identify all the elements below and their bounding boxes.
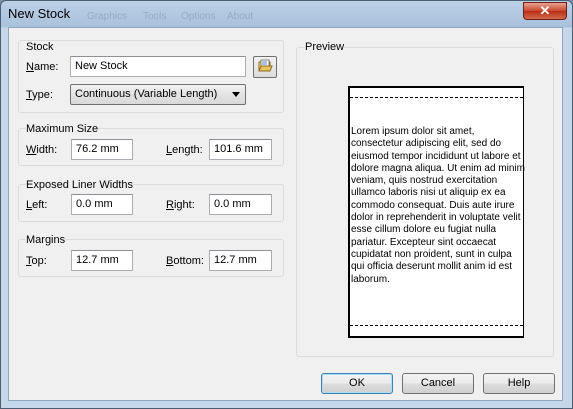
cancel-button[interactable]: Cancel	[402, 373, 474, 394]
right-label: Right:	[166, 199, 195, 211]
chevron-down-icon	[232, 92, 240, 97]
window-title: New Stock	[8, 6, 71, 21]
preview-group-label: Preview	[305, 41, 345, 53]
top-margin-guide	[350, 97, 523, 98]
folder-open-icon	[258, 59, 273, 72]
length-label: Length:	[166, 144, 203, 156]
name-field[interactable]: New Stock	[70, 56, 246, 77]
type-label: Type:	[26, 89, 53, 101]
title-bar[interactable]: New Stock Graphics Tools Options About ✕	[1, 1, 572, 27]
margins-group-label: Margins	[26, 234, 66, 246]
preview-text: Lorem ipsum dolor sit amet, consectetur …	[351, 126, 525, 285]
left-field[interactable]: 0.0 mm	[71, 194, 133, 215]
right-field[interactable]: 0.0 mm	[209, 194, 272, 215]
help-button[interactable]: Help	[483, 373, 555, 394]
bottom-label: Bottom:	[166, 255, 204, 267]
stock-group-label: Stock	[26, 41, 54, 53]
ok-button[interactable]: OK	[321, 373, 393, 394]
bottom-margin-guide	[350, 325, 523, 326]
length-field[interactable]: 101.6 mm	[209, 139, 272, 160]
bottom-field[interactable]: 12.7 mm	[209, 250, 272, 271]
browse-button[interactable]	[253, 56, 277, 78]
liner-widths-group-label: Exposed Liner Widths	[26, 179, 133, 191]
label-preview: Lorem ipsum dolor sit amet, consectetur …	[348, 86, 525, 338]
top-label: Top:	[26, 255, 47, 267]
maximum-size-group-label: Maximum Size	[26, 123, 99, 135]
left-label: Left:	[26, 199, 48, 211]
background-menu-item: Options	[181, 11, 216, 22]
background-menu-item: About	[227, 11, 254, 22]
close-icon: ✕	[539, 3, 551, 18]
name-label: Name:	[26, 61, 59, 73]
width-label: Width:	[26, 144, 58, 156]
close-button[interactable]: ✕	[523, 2, 567, 20]
background-menu-item: Graphics	[87, 11, 128, 22]
type-dropdown[interactable]: Continuous (Variable Length)	[70, 84, 246, 105]
top-field[interactable]: 12.7 mm	[71, 250, 133, 271]
width-field[interactable]: 76.2 mm	[71, 139, 133, 160]
type-dropdown-value: Continuous (Variable Length)	[75, 88, 218, 100]
background-menu-item: Tools	[143, 11, 167, 22]
